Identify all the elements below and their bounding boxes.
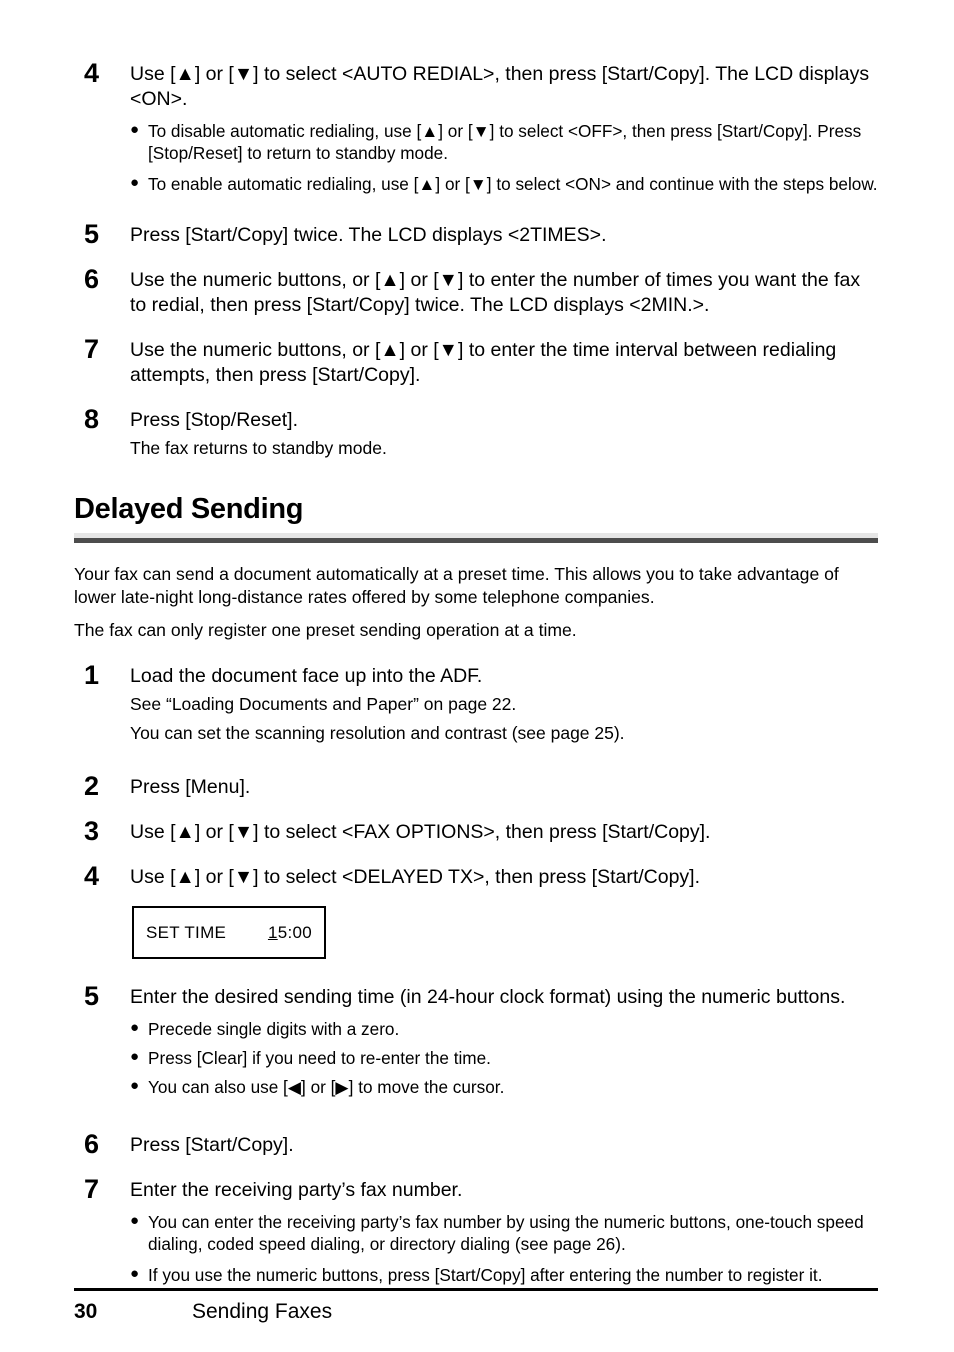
lcd-value: 15:00 [268, 923, 312, 943]
step-delayed-1: 1 Load the document face up into the ADF… [74, 660, 878, 747]
step-auto-redial-4: 4 Use [▲] or [▼] to select <AUTO REDIAL>… [74, 58, 878, 195]
bullet-text: You can enter the receiving party’s fax … [148, 1212, 864, 1254]
page-footer: 30 Sending Faxes [74, 1288, 878, 1324]
step-subtext-reference: You can set the scanning resolution and … [130, 723, 625, 743]
step-subtext: The fax returns to standby mode. [130, 438, 387, 458]
step-auto-redial-7: 7 Use the numeric buttons, or [▲] or [▼]… [74, 334, 878, 388]
step-number: 4 [84, 58, 99, 88]
step-bullet-list: ● You can enter the receiving party’s fa… [130, 1211, 878, 1286]
bullet-text: If you use the numeric buttons, press [S… [148, 1265, 823, 1285]
list-item: ● If you use the numeric buttons, press … [130, 1264, 878, 1286]
step-delayed-6: 6 Press [Start/Copy]. [74, 1129, 878, 1159]
list-item: ● Press [Clear] if you need to re-enter … [130, 1047, 878, 1069]
bullet-text: Precede single digits with a zero. [148, 1019, 400, 1039]
step-text: Enter the desired sending time (in 24-ho… [130, 986, 846, 1008]
step-number: 7 [84, 334, 99, 364]
step-auto-redial-6: 6 Use the numeric buttons, or [▲] or [▼]… [74, 264, 878, 318]
page-content: 4 Use [▲] or [▼] to select <AUTO REDIAL>… [74, 58, 878, 1286]
bullet-dot-icon: ● [130, 1212, 140, 1229]
step-delayed-4: 4 Use [▲] or [▼] to select <DELAYED TX>,… [74, 861, 878, 891]
page-number: 30 [74, 1300, 98, 1323]
step-text: Use [▲] or [▼] to select <AUTO REDIAL>, … [130, 63, 870, 110]
lcd-cursor-digit: 1 [267, 923, 278, 942]
step-text: Press [Start/Copy] twice. The LCD displa… [130, 224, 607, 246]
step-delayed-7: 7 Enter the receiving party’s fax number… [74, 1174, 878, 1286]
bullet-dot-icon: ● [130, 121, 140, 138]
step-text: Press [Stop/Reset]. [130, 409, 298, 431]
lcd-value-rest: 5:00 [277, 923, 312, 942]
manual-page: 4 Use [▲] or [▼] to select <AUTO REDIAL>… [0, 0, 954, 1352]
step-auto-redial-5: 5 Press [Start/Copy] twice. The LCD disp… [74, 219, 878, 249]
step-number: 6 [84, 264, 99, 294]
lcd-label: SET TIME [146, 923, 227, 942]
section-note-paragraph: The fax can only register one preset sen… [74, 620, 577, 640]
step-delayed-3: 3 Use [▲] or [▼] to select <FAX OPTIONS>… [74, 816, 878, 846]
list-item: ● You can enter the receiving party’s fa… [130, 1211, 878, 1255]
bullet-dot-icon: ● [130, 1265, 140, 1282]
bullet-dot-icon: ● [130, 174, 140, 191]
bullet-text: You can also use [◀] or [▶] to move the … [148, 1077, 505, 1097]
step-text: Use the numeric buttons, or [▲] or [▼] t… [130, 339, 837, 386]
step-number: 8 [84, 404, 99, 434]
step-number: 6 [84, 1129, 99, 1159]
page-title: Delayed Sending [74, 493, 304, 525]
list-item: ● To enable automatic redialing, use [▲]… [130, 173, 878, 195]
step-text: Use [▲] or [▼] to select <FAX OPTIONS>, … [130, 821, 711, 843]
step-number: 7 [84, 1174, 99, 1204]
step-auto-redial-8: 8 Press [Stop/Reset]. The fax returns to… [74, 404, 878, 462]
step-text: Press [Menu]. [130, 776, 251, 798]
step-number: 5 [84, 981, 99, 1011]
step-text: Use the numeric buttons, or [▲] or [▼] t… [130, 269, 861, 316]
bullet-dot-icon: ● [130, 1019, 140, 1036]
step-number: 5 [84, 219, 99, 249]
footer-section-title: Sending Faxes [192, 1300, 333, 1323]
step-number: 2 [84, 771, 99, 801]
step-bullet-list: ● To disable automatic redialing, use [▲… [130, 120, 878, 195]
bullet-text: To enable automatic redialing, use [▲] o… [148, 174, 878, 194]
list-item: ● To disable automatic redialing, use [▲… [130, 120, 878, 164]
list-item: ● You can also use [◀] or [▶] to move th… [130, 1076, 878, 1098]
bullet-text: Press [Clear] if you need to re-enter th… [148, 1048, 491, 1068]
section-intro-paragraph: Your fax can send a document automatical… [74, 564, 839, 607]
step-bullet-list: ● Precede single digits with a zero. ● P… [130, 1018, 878, 1098]
bullet-dot-icon: ● [130, 1048, 140, 1065]
footer-divider [74, 1288, 878, 1291]
step-text: Enter the receiving party’s fax number. [130, 1179, 463, 1201]
step-text: Load the document face up into the ADF. [130, 665, 483, 687]
list-item: ● Precede single digits with a zero. [130, 1018, 878, 1040]
bullet-text: To disable automatic redialing, use [▲] … [148, 121, 862, 163]
bullet-dot-icon: ● [130, 1077, 140, 1094]
footer-row: 30 Sending Faxes [74, 1300, 878, 1324]
step-subtext-reference: See “Loading Documents and Paper” on pag… [130, 694, 517, 714]
step-number: 3 [84, 816, 99, 846]
step-number: 1 [84, 660, 99, 690]
step-text: Press [Start/Copy]. [130, 1134, 294, 1156]
step-text: Use [▲] or [▼] to select <DELAYED TX>, t… [130, 866, 701, 888]
step-number: 4 [84, 861, 99, 891]
step-delayed-5: 5 Enter the desired sending time (in 24-… [74, 981, 878, 1098]
step-delayed-2: 2 Press [Menu]. [74, 771, 878, 801]
lcd-display-panel: SET TIME 15:00 [132, 906, 326, 959]
heading-divider [74, 533, 878, 543]
